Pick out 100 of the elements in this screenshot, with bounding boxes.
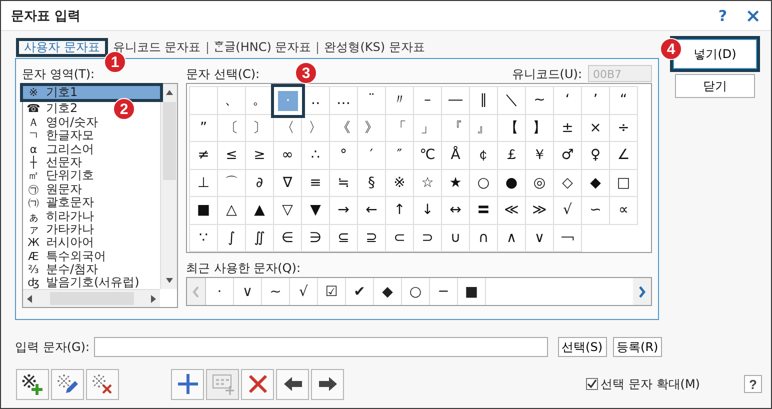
character-cell[interactable]: ∇ [274, 170, 302, 197]
character-cell[interactable]: ※ [386, 170, 414, 197]
character-cell[interactable]: ≪ [498, 197, 526, 224]
character-cell[interactable]: ∞ [274, 142, 302, 170]
character-cell[interactable]: ∪ [442, 224, 470, 252]
checkbox[interactable] [586, 378, 598, 390]
character-cell[interactable] [190, 87, 218, 114]
character-cell[interactable]: √ [554, 197, 582, 224]
vertical-scrollbar[interactable] [160, 84, 177, 289]
character-cell[interactable]: ÷ [610, 114, 638, 142]
character-cell[interactable]: 、 [218, 87, 246, 114]
character-cell[interactable]: ∫ [218, 224, 246, 252]
character-cell[interactable]: ⊂ [386, 224, 414, 252]
character-cell[interactable]: ◇ [554, 170, 582, 197]
character-cell[interactable]: ∂ [246, 170, 274, 197]
character-cell[interactable]: ⊆ [330, 224, 358, 252]
character-cell[interactable]: ≡ [302, 170, 330, 197]
character-cell[interactable]: ♀ [582, 142, 610, 170]
character-cell[interactable]: ⌒ [218, 170, 246, 197]
character-cell[interactable]: ¨ [358, 87, 386, 114]
character-cell[interactable]: 」 [414, 114, 442, 142]
character-cell[interactable]: ◎ [526, 170, 554, 197]
character-cell[interactable]: ☆ [414, 170, 442, 197]
list-item[interactable]: Ａ 영어/숫자 [23, 116, 98, 130]
character-cell[interactable]: ★ [442, 170, 470, 197]
character-cell[interactable]: △ [218, 197, 246, 224]
character-cell[interactable]: ■ [190, 197, 218, 224]
toolbar-button[interactable] [276, 368, 309, 400]
character-cell[interactable]: ∴ [302, 142, 330, 170]
character-cell[interactable]: ⊃ [414, 224, 442, 252]
character-cell[interactable]: ∝ [610, 197, 638, 224]
character-cell[interactable]: Å [442, 142, 470, 170]
list-item[interactable]: ☎ 기호2 [23, 102, 78, 116]
tab[interactable]: ᄒᆞᆫ글(HNC) 문자표 [208, 39, 316, 56]
horizontal-scrollbar[interactable] [23, 289, 160, 307]
character-cell[interactable]: 》 [358, 114, 386, 142]
character-cell[interactable]: 〉 [302, 114, 330, 142]
character-cell[interactable]: ￥ [526, 142, 554, 170]
character-cell[interactable]: ∧ [498, 224, 526, 252]
character-cell[interactable]: ← [358, 197, 386, 224]
input-field[interactable] [94, 337, 548, 357]
character-cell[interactable]: ≤ [218, 142, 246, 170]
list-item[interactable]: ┼ 선문자 [23, 156, 82, 170]
character-cell[interactable]: – [414, 87, 442, 114]
character-cell[interactable]: § [358, 170, 386, 197]
list-item[interactable]: Ж 러시아어 [23, 236, 94, 250]
character-cell[interactable]: ⊇ [358, 224, 386, 252]
recent-character[interactable]: √ [290, 278, 318, 305]
character-cell[interactable]: ∼ [526, 87, 554, 114]
toolbar-button[interactable] [51, 368, 84, 400]
toolbar-button[interactable] [311, 368, 344, 400]
list-item[interactable]: ㄱ 한글자모 [23, 129, 94, 143]
character-cell[interactable]: ′ [358, 142, 386, 170]
recent-character[interactable]: ○ [402, 278, 430, 305]
help-button[interactable]: ? [744, 375, 762, 393]
recent-character[interactable]: ~ [262, 278, 290, 305]
character-cell[interactable]: ＼ [498, 87, 526, 114]
character-cell[interactable]: ≫ [526, 197, 554, 224]
character-cell[interactable]: 〔 [218, 114, 246, 142]
list-item[interactable]: ァ 가타카나 [23, 222, 94, 236]
character-cell[interactable]: ° [330, 142, 358, 170]
character-cell[interactable]: ∬ [246, 224, 274, 252]
character-cell[interactable]: ↓ [414, 197, 442, 224]
action-button[interactable]: 등록(R) [612, 337, 662, 357]
character-cell[interactable]: ↔ [442, 197, 470, 224]
list-item[interactable]: ⅔ 분수/첨자 [23, 263, 98, 276]
character-cell[interactable]: ￠ [470, 142, 498, 170]
character-cell[interactable]: ∵ [190, 224, 218, 252]
character-cell[interactable]: ∩ [470, 224, 498, 252]
character-cell[interactable]: ∠ [610, 142, 638, 170]
recent-character[interactable]: ☑ [318, 278, 346, 305]
character-cell[interactable]: ○ [470, 170, 498, 197]
character-cell[interactable]: ― [442, 87, 470, 114]
character-cell[interactable]: 「 [386, 114, 414, 142]
character-cell[interactable]: 】 [526, 114, 554, 142]
character-cell[interactable]: ’ [582, 87, 610, 114]
list-item[interactable]: ㈀ 괄호문자 [23, 196, 94, 210]
character-cell[interactable]: ∨ [526, 224, 554, 252]
character-cell[interactable]: 『 [442, 114, 470, 142]
character-cell[interactable]: ▼ [302, 197, 330, 224]
recent-character[interactable]: · [206, 278, 234, 305]
character-cell[interactable]: ∋ [302, 224, 330, 252]
list-item[interactable]: ㉠ 원문자 [23, 182, 82, 196]
character-cell[interactable]: 《 [330, 114, 358, 142]
tab[interactable]: 완성형(KS) 문자표 [319, 39, 430, 56]
character-cell[interactable]: ″ [386, 142, 414, 170]
recent-character[interactable]: ─ [430, 278, 458, 305]
character-cell[interactable]: ∽ [582, 197, 610, 224]
tab[interactable]: 사용자 문자표 [19, 39, 105, 56]
character-cell[interactable]: 〓 [470, 197, 498, 224]
character-cell[interactable]: ▽ [274, 197, 302, 224]
character-cell[interactable]: ≠ [190, 142, 218, 170]
character-cell[interactable]: “ [610, 87, 638, 114]
close-button[interactable]: × [745, 4, 761, 26]
character-cell[interactable]: ♂ [554, 142, 582, 170]
recent-character[interactable]: ∨ [234, 278, 262, 305]
character-cell[interactable]: 』 [470, 114, 498, 142]
list-item[interactable]: ※ 기호1 [23, 86, 160, 100]
character-cell[interactable]: ▲ [246, 197, 274, 224]
character-cell[interactable]: 〃 [386, 87, 414, 114]
